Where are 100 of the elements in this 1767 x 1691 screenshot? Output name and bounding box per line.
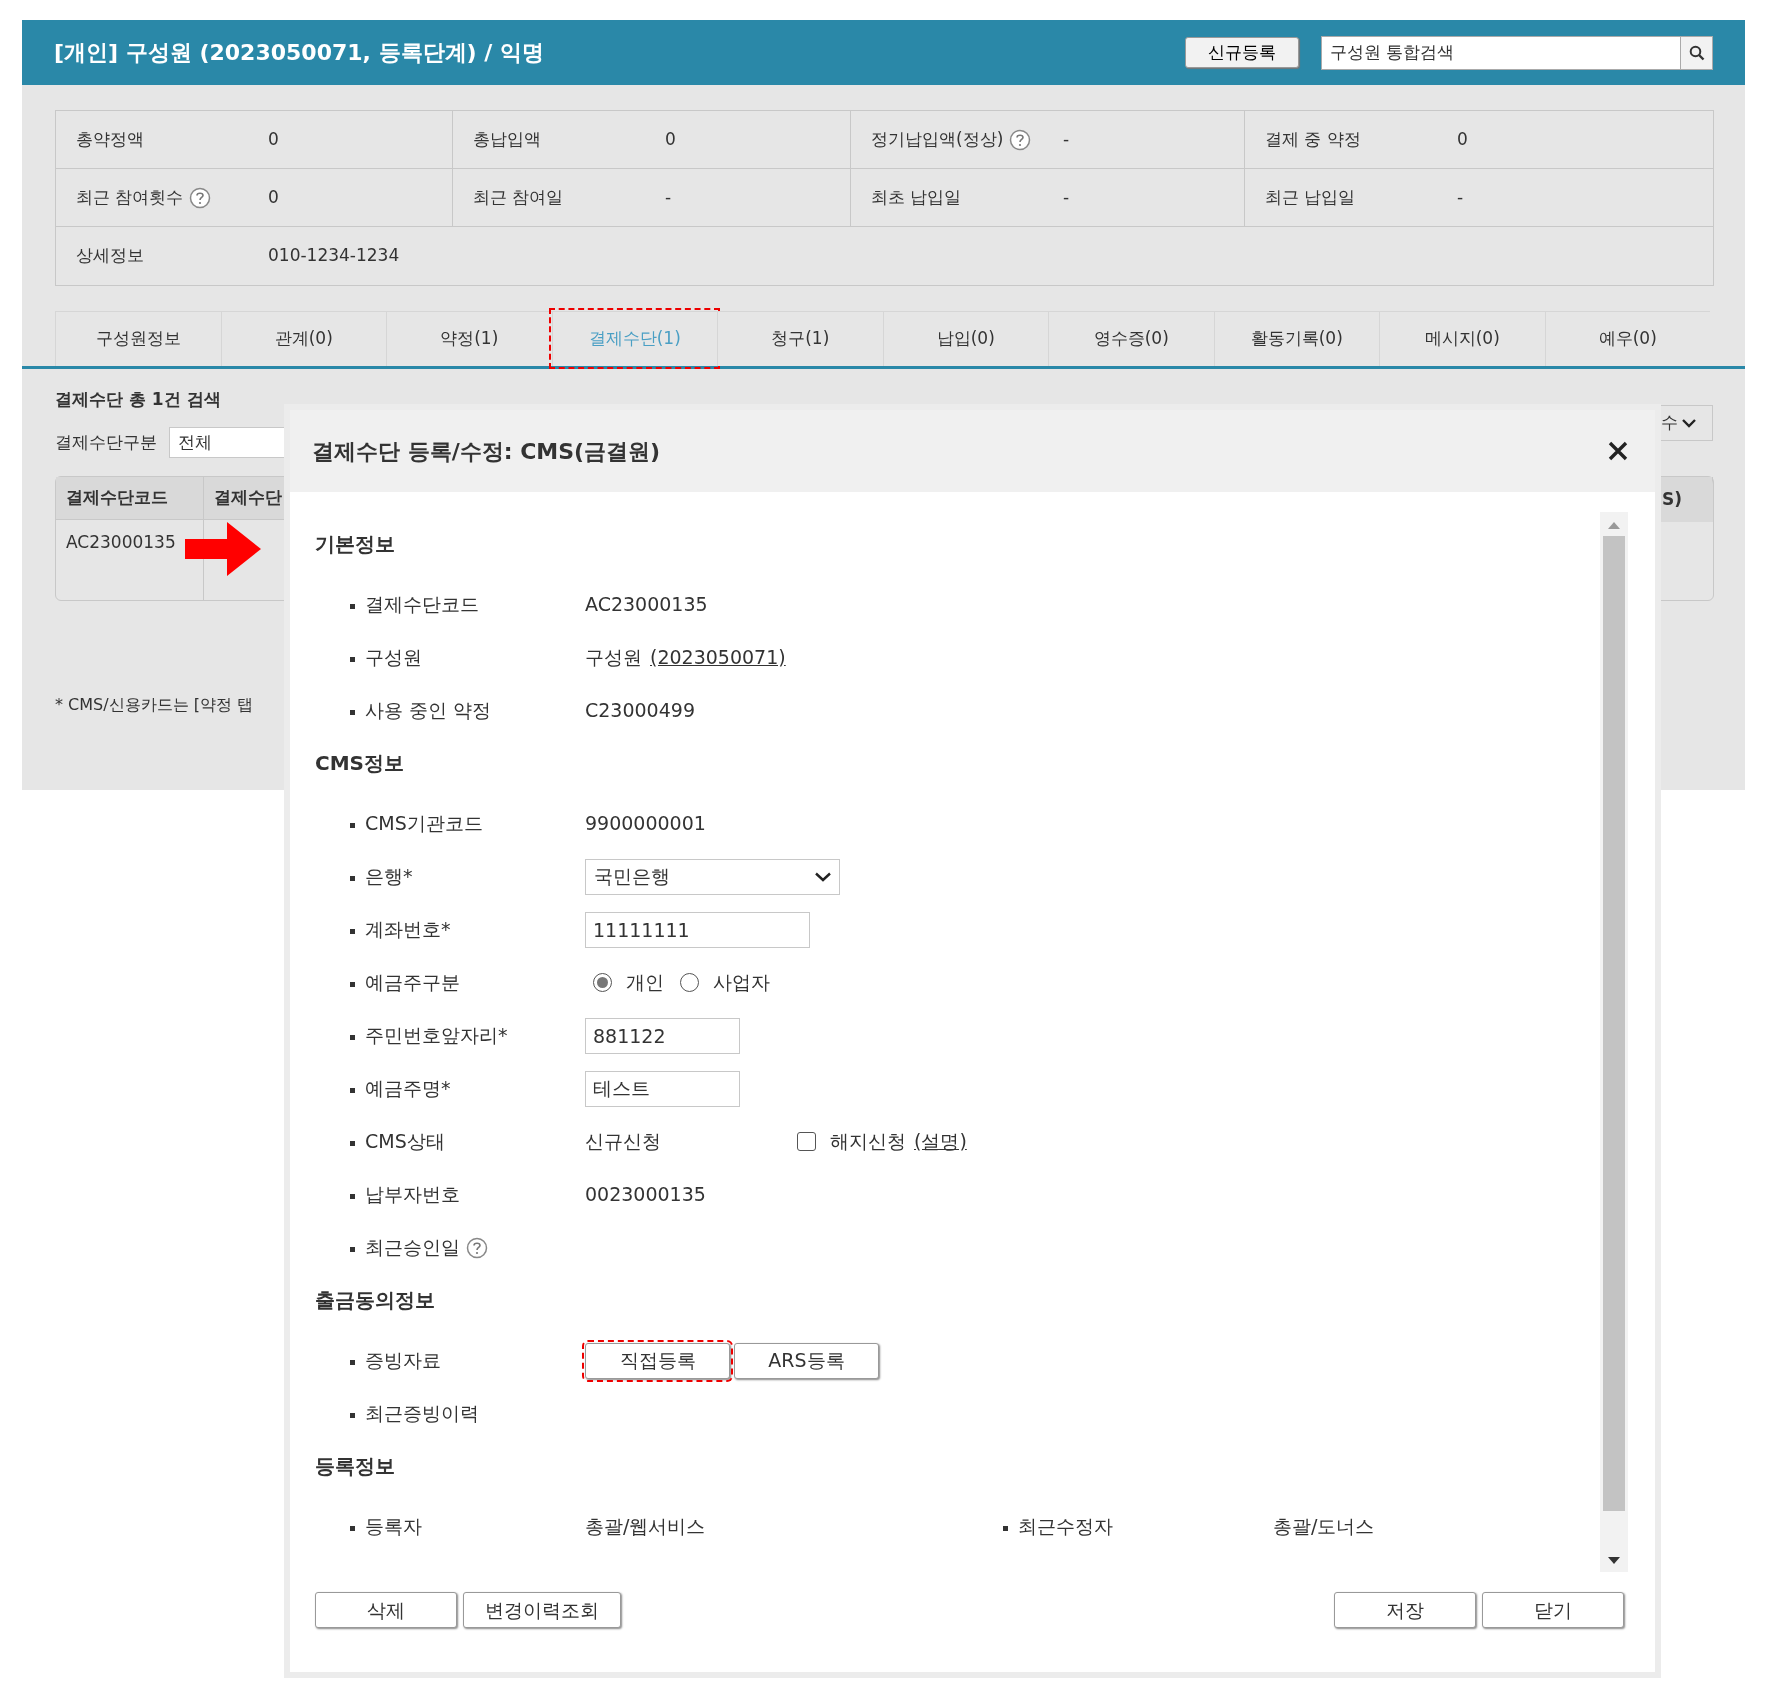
bullet-icon (350, 823, 355, 829)
field-label: CMS기관코드 (365, 811, 483, 837)
radio-button[interactable] (593, 973, 612, 992)
field-label: 계좌번호* (365, 917, 451, 943)
summary-value: 010-1234-1234 (268, 244, 400, 268)
new-button[interactable]: 신규등록 (1185, 36, 1299, 69)
input-field[interactable]: 테스트 (585, 1070, 740, 1107)
tab[interactable]: 약정(1) (386, 311, 552, 366)
search-button[interactable] (1681, 35, 1713, 70)
tab[interactable]: 영수증(0) (1048, 311, 1214, 366)
field-label: 최근증빙이력 (365, 1401, 479, 1427)
chevron-down-icon (1682, 418, 1696, 428)
field-label: 최근수정자 (1018, 1514, 1113, 1540)
arrow-icon (183, 520, 263, 578)
field-value: 총괄/도너스 (1273, 1514, 1375, 1540)
footer-button[interactable]: 저장 (1334, 1592, 1476, 1628)
bullet-icon (350, 1360, 355, 1366)
summary-value: 0 (665, 127, 676, 151)
summary-value: - (1457, 185, 1464, 209)
summary-label: 최초 납입일 (871, 185, 962, 209)
bullet-icon (350, 1141, 355, 1147)
summary-label: 결제 중 약정 (1265, 127, 1361, 151)
section-title: 기본정보 (315, 531, 395, 558)
bullet-icon (350, 1247, 355, 1253)
field-label: CMS상태 (365, 1129, 445, 1155)
field-label: 결제수단코드 (365, 592, 479, 618)
filter-label: 결제수단구분 (55, 430, 157, 454)
field-label: 예금주구분 (365, 970, 460, 996)
radio-label: 개인 (626, 970, 664, 996)
bullet-icon (350, 982, 355, 988)
bullet-icon (350, 1035, 355, 1041)
field-label: 구성원 (365, 645, 422, 671)
radio-button[interactable] (680, 973, 699, 992)
footer-button[interactable]: 삭제 (315, 1592, 457, 1628)
help-icon[interactable] (466, 1236, 488, 1259)
tab[interactable]: 납입(0) (882, 311, 1048, 366)
tab[interactable]: 관계(0) (220, 311, 386, 366)
page-size-select[interactable]: 수 (1659, 405, 1713, 441)
help-link[interactable]: (설명) (914, 1127, 967, 1156)
summary-label: 최근 납입일 (1265, 185, 1356, 209)
help-icon[interactable] (189, 186, 212, 209)
tab[interactable]: 예우(0) (1544, 311, 1710, 366)
field-label: 예금주명* (365, 1076, 451, 1102)
field-label: 납부자번호 (365, 1182, 460, 1208)
summary-label: 상세정보 (76, 244, 144, 268)
radio-label: 사업자 (713, 970, 770, 996)
field-value: AC23000135 (585, 592, 708, 618)
summary-label: 총약정액 (76, 127, 144, 151)
summary-value: 0 (1457, 127, 1468, 151)
evidence-button[interactable]: 직접등록 (585, 1342, 730, 1379)
scrollbar[interactable] (1600, 512, 1628, 1572)
tab[interactable]: 청구(1) (717, 311, 883, 366)
bullet-icon (350, 876, 355, 882)
field-value: 신규신청 (585, 1129, 662, 1155)
bullet-icon (350, 1413, 355, 1419)
page-title: [개인] 구성원 (2023050071, 등록단계) / 익명 (54, 39, 545, 67)
bullet-icon (350, 604, 355, 610)
checkbox[interactable] (797, 1132, 816, 1151)
note-text: * CMS/신용카드는 [약정 탭 (55, 694, 254, 716)
field-value: 9900000001 (585, 811, 706, 837)
summary-label: 총납입액 (473, 127, 541, 151)
search-icon (1688, 44, 1705, 61)
summary-value: 0 (268, 185, 279, 209)
field-label: 등록자 (365, 1514, 422, 1540)
help-icon[interactable] (1009, 128, 1032, 151)
search-field[interactable]: 구성원 통합검색 (1321, 35, 1681, 70)
field-label: 은행* (365, 864, 413, 890)
summary-label: 최근 참여일 (473, 185, 564, 209)
summary-label: 최근 참여횟수 (76, 185, 184, 209)
column-header: 결제수단코드 (56, 477, 204, 520)
field-value: 구성원 (585, 645, 642, 671)
input-field[interactable]: 881122 (585, 1017, 740, 1054)
chevron-down-icon (815, 871, 831, 882)
summary-value: - (1063, 185, 1070, 209)
dialog-title: 결제수단 등록/수정: CMS(금결원) (312, 437, 661, 466)
footer-button[interactable]: 변경이력조회 (463, 1592, 621, 1628)
bank-select[interactable]: 국민은행 (585, 858, 840, 895)
input-field[interactable]: 11111111 (585, 911, 810, 948)
scroll-down-icon[interactable] (1607, 1556, 1621, 1566)
evidence-button[interactable]: ARS등록 (734, 1342, 879, 1379)
field-label: 증빙자료 (365, 1348, 441, 1374)
field-value: C23000499 (585, 698, 695, 724)
result-count: 결제수단 총 1건 검색 (55, 388, 221, 411)
field-value: 0023000135 (585, 1182, 706, 1208)
section-title: CMS정보 (315, 750, 404, 777)
member-link[interactable]: (2023050071) (650, 643, 786, 672)
tab[interactable]: 활동기록(0) (1213, 311, 1379, 366)
bullet-icon (350, 1194, 355, 1200)
checkbox-label: 해지신청 (830, 1129, 906, 1155)
field-label: 주민번호앞자리* (365, 1023, 508, 1049)
bullet-icon (350, 710, 355, 716)
summary-value: - (1063, 127, 1070, 151)
tab[interactable]: 메시지(0) (1379, 311, 1545, 366)
footer-button[interactable]: 닫기 (1482, 1592, 1624, 1628)
section-title: 출금동의정보 (315, 1287, 435, 1314)
field-label: 최근승인일 (365, 1235, 460, 1261)
tab[interactable]: 구성원정보 (55, 311, 221, 366)
bullet-icon (350, 1088, 355, 1094)
bullet-icon (350, 657, 355, 663)
field-label: 사용 중인 약정 (365, 698, 492, 724)
